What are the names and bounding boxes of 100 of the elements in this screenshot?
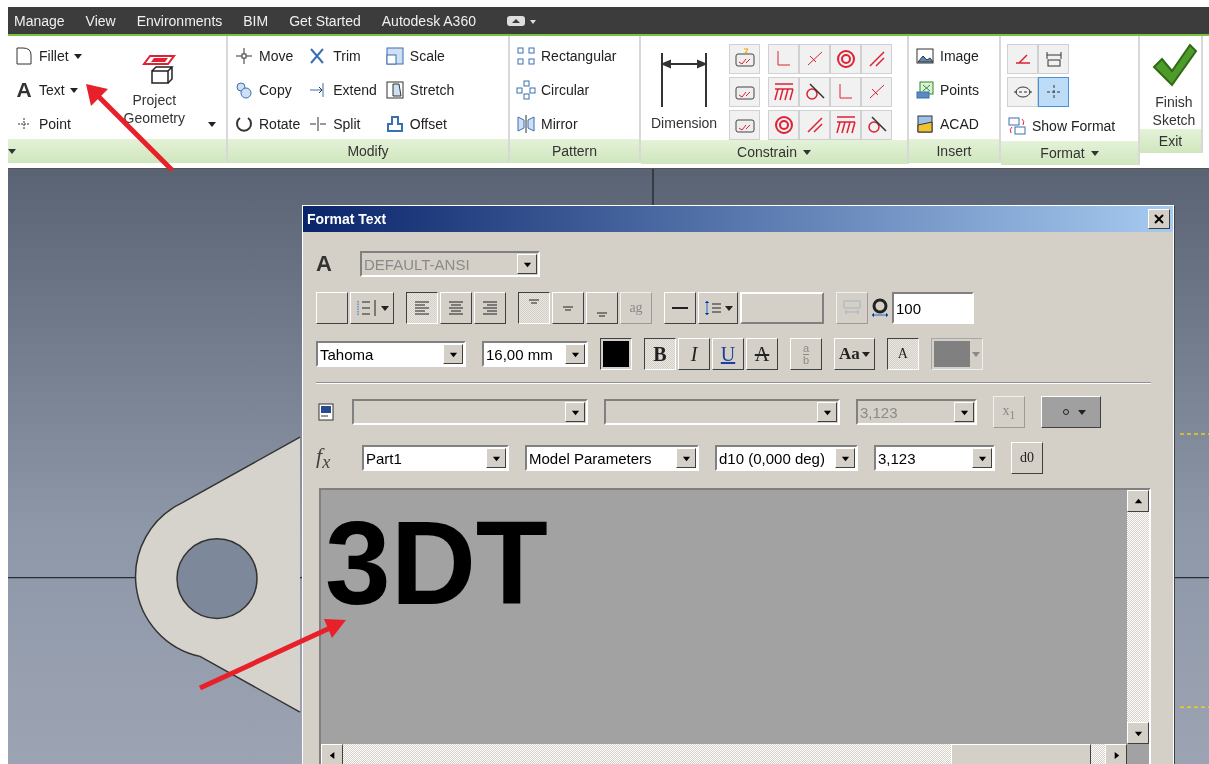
tool-icon xyxy=(308,114,329,134)
ribbon-tool[interactable]: ACAD xyxy=(915,109,979,139)
panel-footer[interactable]: Constrain xyxy=(641,140,907,164)
ribbon-tool[interactable]: Copy xyxy=(234,75,301,105)
toolbar-button[interactable]: I xyxy=(678,338,710,370)
caret-icon xyxy=(381,305,389,311)
ribbon-tool[interactable]: Scale xyxy=(384,41,455,71)
ribbon-tool[interactable]: Rotate xyxy=(234,109,301,139)
list-icon xyxy=(355,298,379,318)
toggle-button[interactable] xyxy=(768,77,800,107)
toggle-button[interactable] xyxy=(1007,77,1038,107)
ribbon-tool[interactable]: Show Format xyxy=(1007,111,1116,141)
menu-tab[interactable]: View xyxy=(81,12,131,29)
constraint-icon xyxy=(834,48,857,70)
panel-footer[interactable]: Format xyxy=(1001,141,1138,165)
toggle-button[interactable] xyxy=(729,44,761,74)
toolbar-button[interactable] xyxy=(406,292,438,324)
ribbon-tool[interactable]: Stretch xyxy=(384,75,455,105)
menu-button[interactable] xyxy=(698,292,738,324)
close-button[interactable] xyxy=(1148,209,1170,229)
ribbon-tool[interactable]: Mirror xyxy=(516,109,617,139)
ribbon-tool[interactable]: Trim xyxy=(308,41,377,71)
horizontal-scrollbar[interactable] xyxy=(321,744,1127,764)
menu-button[interactable] xyxy=(1041,396,1101,428)
toggle-button[interactable] xyxy=(861,110,893,140)
toggle-button[interactable] xyxy=(830,110,862,140)
ribbon-tool[interactable]: Image xyxy=(915,41,979,71)
dropdown[interactable]: 16,00 mm xyxy=(482,341,588,367)
dropdown[interactable]: Tahoma xyxy=(316,341,466,367)
input-field[interactable]: 100 xyxy=(892,292,974,324)
toggle-button[interactable] xyxy=(1007,44,1038,74)
ribbon-tool[interactable]: Fillet xyxy=(14,41,82,71)
toggle-button[interactable] xyxy=(861,77,893,107)
caret-icon xyxy=(802,149,811,155)
menu-button[interactable] xyxy=(350,292,394,324)
panel-footer[interactable] xyxy=(8,139,226,163)
panel-footer: Insert xyxy=(909,139,999,163)
menu-tab[interactable]: Manage xyxy=(10,12,80,29)
toolbar-icon xyxy=(596,312,608,317)
ribbon-tool[interactable]: A Text xyxy=(14,75,82,105)
menu-tab[interactable]: Get Started xyxy=(285,12,376,29)
toggle-button[interactable] xyxy=(799,77,831,107)
dropdown[interactable]: Part1 xyxy=(362,445,509,471)
toggle-button[interactable] xyxy=(830,44,862,74)
ribbon-tool[interactable]: Rectangular xyxy=(516,41,617,71)
ribbon-tool[interactable]: Points xyxy=(915,75,979,105)
text-editor[interactable]: 3DT xyxy=(319,488,1151,764)
menu-tab[interactable]: Environments xyxy=(132,12,238,29)
toolbar-button[interactable]: B xyxy=(644,338,676,370)
toggle-button[interactable] xyxy=(861,44,893,74)
caret-icon xyxy=(69,87,78,93)
dropdown[interactable]: Model Parameters xyxy=(525,445,699,471)
ribbon-tool[interactable]: Circular xyxy=(516,75,617,105)
ribbon-tool[interactable]: Split xyxy=(308,109,377,139)
toolbar-button[interactable]: A xyxy=(886,338,919,370)
toolbar-icon xyxy=(703,298,723,318)
toolbar-button[interactable]: A xyxy=(746,338,778,370)
ribbon-tool[interactable]: Point xyxy=(14,109,82,139)
toolbar-button[interactable] xyxy=(518,292,550,324)
toggle-button[interactable] xyxy=(768,110,800,140)
ribbon-tool[interactable]: Move xyxy=(234,41,301,71)
toggle-button[interactable] xyxy=(799,110,831,140)
dialog-title-bar: Format Text xyxy=(303,206,1173,232)
toggle-button[interactable] xyxy=(799,44,831,74)
constraint-icon xyxy=(733,48,756,70)
caret-icon xyxy=(1090,150,1099,156)
toolbar-icon xyxy=(562,305,574,311)
dropdown[interactable]: 3,123 xyxy=(874,445,995,471)
ribbon-tool[interactable]: Offset xyxy=(384,109,455,139)
menu-tab[interactable]: Autodesk A360 xyxy=(377,12,491,29)
tool-icon xyxy=(516,80,536,100)
check-icon xyxy=(1150,41,1198,89)
ribbon-large-button[interactable]: Finish Sketch xyxy=(1146,41,1202,129)
toolbar-icon xyxy=(316,402,336,422)
text-style-icon: A xyxy=(316,251,348,277)
toggle-button[interactable] xyxy=(729,77,761,107)
tool-icon xyxy=(234,80,254,100)
toggle-button[interactable] xyxy=(830,77,862,107)
toolbar-button[interactable]: d0 xyxy=(1011,442,1043,474)
ribbon-large-button[interactable]: Dimension xyxy=(647,41,722,140)
toggle-button[interactable] xyxy=(729,110,761,140)
toggle-button[interactable] xyxy=(1038,77,1069,107)
dropdown[interactable]: d10 (0,000 deg) xyxy=(715,445,858,471)
toolbar-button[interactable]: U xyxy=(712,338,744,370)
vertical-scrollbar[interactable] xyxy=(1127,490,1149,744)
tool-icon xyxy=(384,46,405,66)
tool-icon xyxy=(915,46,935,66)
panel-footer: Modify xyxy=(228,139,508,163)
ribbon-tool[interactable]: Extend xyxy=(308,75,377,105)
tool-icon xyxy=(14,46,34,66)
menu-button[interactable]: Aa xyxy=(834,338,875,370)
close-icon xyxy=(1154,214,1164,224)
toolbar-icon xyxy=(412,298,432,318)
ribbon-toggle-icon xyxy=(506,15,537,26)
constraint-icon xyxy=(834,114,857,136)
toolbar-icon xyxy=(446,298,466,318)
ribbon-large-button[interactable]: Project Geometry xyxy=(89,41,220,139)
toggle-button[interactable] xyxy=(768,44,800,74)
toggle-button[interactable] xyxy=(1038,44,1069,74)
menu-tab[interactable]: BIM xyxy=(239,12,284,29)
